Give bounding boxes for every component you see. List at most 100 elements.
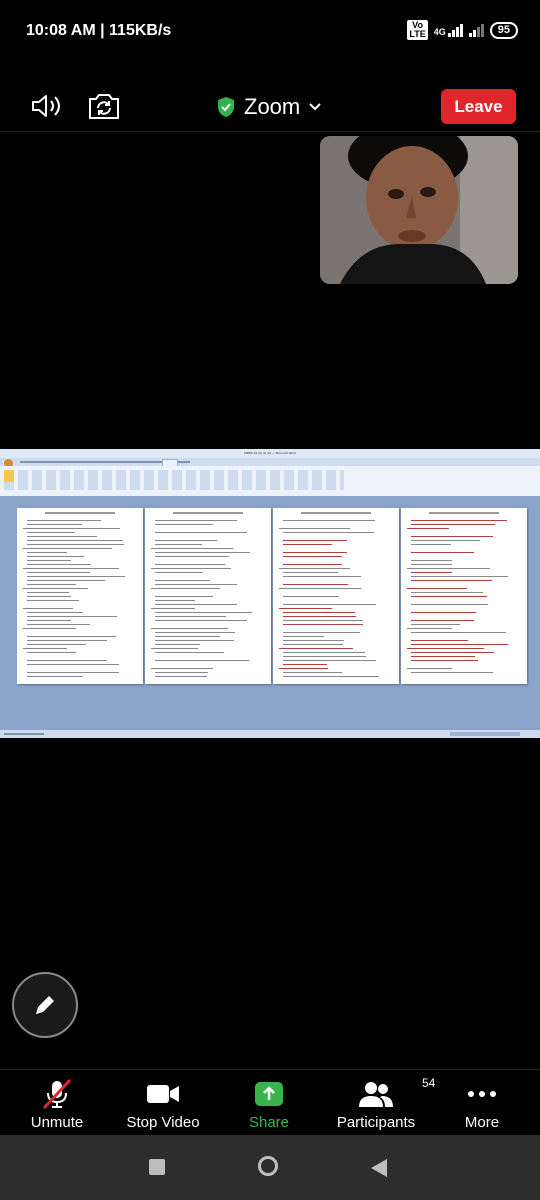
text-line [27,576,125,577]
text-line [155,652,224,653]
text-line [27,540,123,541]
text-line [151,548,233,549]
text-line [411,604,488,605]
status-time: 10:08 AM | 115KB/s [26,22,171,40]
text-line [283,660,376,661]
doc-page-3 [273,508,399,684]
text-line [279,528,350,529]
document-area[interactable] [0,496,540,730]
share-button[interactable]: Share [219,1078,319,1131]
participants-button[interactable]: 54 Participants [326,1078,426,1131]
battery-indicator: 95 [490,22,518,39]
text-line [155,672,208,673]
text-line [27,572,90,573]
text-line [27,596,71,597]
text-line [155,552,250,553]
text-line [411,524,495,525]
doc-page-1 [17,508,143,684]
text-line [283,620,363,621]
text-line [411,640,468,641]
text-line [151,628,228,629]
text-line [283,520,375,521]
text-line [27,660,107,661]
text-line [283,540,347,541]
text-line [279,608,332,609]
ribbon-buttons[interactable] [4,470,344,490]
text-line [27,552,67,553]
text-line [407,668,452,669]
text-line [155,660,249,661]
switch-camera-icon[interactable] [86,90,122,122]
more-button[interactable]: More [432,1078,532,1131]
text-line [407,648,484,649]
text-line [283,552,347,553]
text-line [27,564,91,565]
text-line [23,648,67,649]
text-line [23,568,119,569]
text-line [27,592,69,593]
text-line [411,644,508,645]
text-line [27,616,117,617]
back-icon[interactable] [371,1159,387,1177]
chevron-down-icon [308,102,322,112]
text-line [283,584,348,585]
text-line [155,676,207,677]
annotate-button[interactable] [12,972,78,1038]
text-line [27,644,86,645]
word-ribbon [0,466,540,497]
self-video-thumbnail[interactable] [320,136,518,284]
text-line [411,660,478,661]
meeting-title-label: Zoom [244,94,300,120]
text-line [407,568,490,569]
text-line [279,588,361,589]
text-line [411,620,474,621]
text-line [411,536,493,537]
text-line [27,636,116,637]
text-line [407,528,449,529]
text-line [155,644,200,645]
text-line [283,572,338,573]
text-line [411,632,506,633]
text-line [27,520,101,521]
text-line [23,628,76,629]
text-line [283,596,339,597]
speaker-icon[interactable] [30,92,66,120]
text-line [27,580,105,581]
share-label: Share [249,1114,289,1131]
text-line [411,544,451,545]
text-line [279,668,328,669]
text-line [155,564,225,565]
text-line [27,560,71,561]
text-line [283,652,365,653]
leave-button[interactable]: Leave [441,89,516,124]
text-line [155,520,237,521]
text-line [151,588,220,589]
share-arrow-icon [253,1078,285,1110]
stop-video-button[interactable]: Stop Video [113,1078,213,1131]
text-line [411,560,452,561]
text-line [411,572,452,573]
word-ribbon-tabs [0,458,540,466]
text-line [283,676,379,677]
text-line [155,524,213,525]
text-line [155,532,247,533]
text-line [151,608,195,609]
text-line [27,612,83,613]
text-line [155,540,217,541]
muted-mic-icon [40,1078,74,1110]
text-line [407,588,467,589]
text-line [411,624,460,625]
meeting-title[interactable]: Zoom [216,94,322,120]
print-layout-icon[interactable] [4,470,14,482]
unmute-label: Unmute [31,1114,84,1131]
stop-video-label: Stop Video [126,1114,199,1131]
text-line [155,604,237,605]
text-line [283,672,342,673]
pencil-icon [32,992,58,1018]
shared-screen[interactable]: MBBS-S1 (3) (1) 3pl — Microsoft Word [0,449,540,738]
text-line [155,620,247,621]
android-nav-bar [0,1135,540,1200]
unmute-button[interactable]: Unmute [7,1078,107,1131]
home-icon[interactable] [258,1156,278,1176]
recents-icon[interactable] [149,1159,165,1175]
